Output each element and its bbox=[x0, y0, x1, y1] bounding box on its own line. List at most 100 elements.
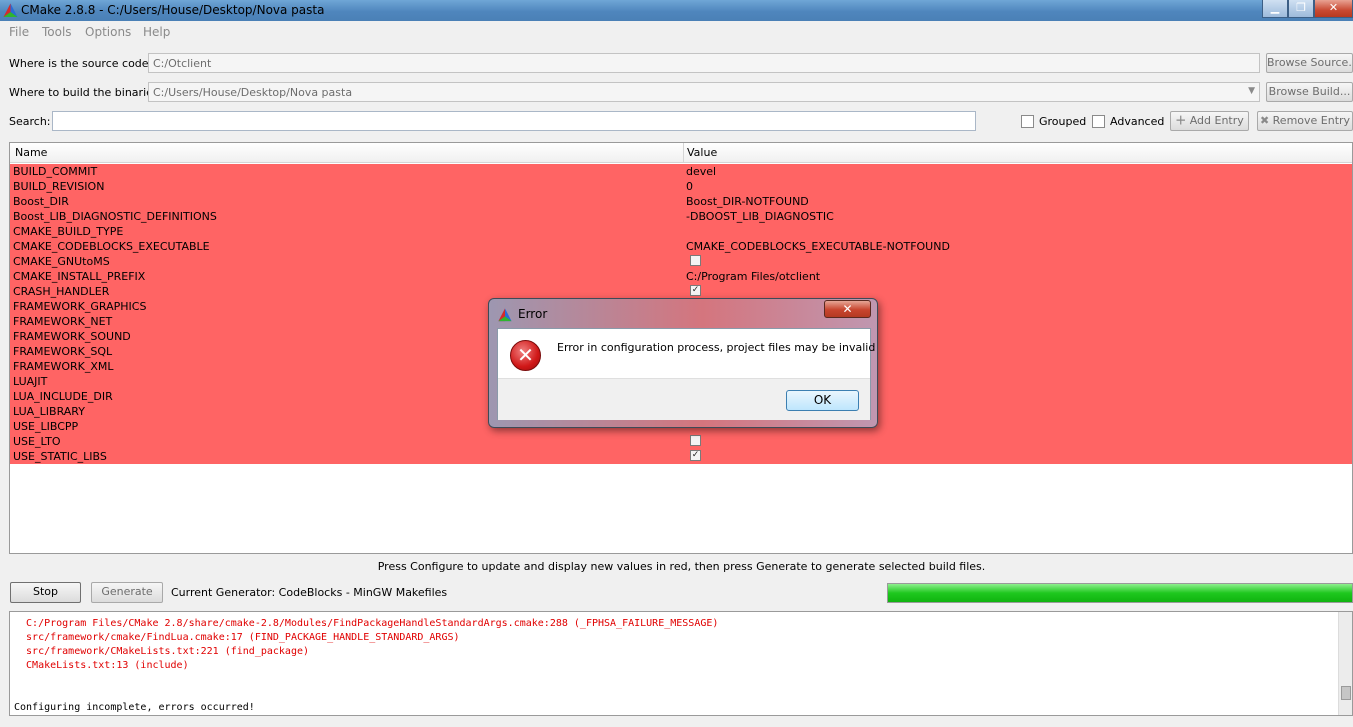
remove-icon: ✖ bbox=[1259, 114, 1270, 127]
dialog-title: Error bbox=[518, 307, 548, 321]
menu-file[interactable]: File bbox=[9, 25, 29, 39]
row-name: BUILD_COMMIT bbox=[13, 165, 98, 178]
column-header-value[interactable]: Value bbox=[687, 146, 717, 159]
generate-button[interactable]: Generate bbox=[91, 582, 163, 603]
row-name: LUAJIT bbox=[13, 375, 48, 388]
row-value[interactable]: -DBOOST_LIB_DIAGNOSTIC bbox=[686, 210, 834, 223]
chevron-down-icon[interactable]: ▼ bbox=[1248, 86, 1255, 96]
progress-bar bbox=[887, 583, 1353, 603]
row-name: CMAKE_INSTALL_PREFIX bbox=[13, 270, 146, 283]
plus-icon: ＋ bbox=[1175, 114, 1187, 127]
table-row[interactable]: CMAKE_BUILD_TYPE bbox=[10, 224, 1352, 239]
row-name: CMAKE_BUILD_TYPE bbox=[13, 225, 124, 238]
dialog-close-button[interactable]: ✕ bbox=[824, 300, 871, 318]
ok-button[interactable]: OK bbox=[786, 390, 859, 411]
source-label: Where is the source code: bbox=[9, 57, 153, 70]
search-input[interactable] bbox=[52, 111, 976, 131]
advanced-label: Advanced bbox=[1110, 115, 1165, 128]
output-log[interactable]: C:/Program Files/CMake 2.8/share/cmake-2… bbox=[9, 611, 1353, 716]
minimize-button[interactable]: ▁ bbox=[1262, 0, 1288, 18]
row-name: CRASH_HANDLER bbox=[13, 285, 110, 298]
table-row[interactable]: BUILD_REVISION 0 bbox=[10, 179, 1352, 194]
grouped-checkbox[interactable] bbox=[1021, 115, 1034, 128]
log-line: C:/Program Files/CMake 2.8/share/cmake-2… bbox=[14, 618, 719, 629]
row-name: USE_STATIC_LIBS bbox=[13, 450, 107, 463]
error-icon: ✕ bbox=[510, 340, 541, 371]
add-entry-button[interactable]: ＋ Add Entry bbox=[1170, 111, 1249, 131]
row-name: LUA_INCLUDE_DIR bbox=[13, 390, 113, 403]
row-value[interactable]: devel bbox=[686, 165, 716, 178]
row-value[interactable]: 0 bbox=[686, 180, 693, 193]
dialog-message: Error in configuration process, project … bbox=[557, 341, 876, 354]
minimize-icon: ▁ bbox=[1270, 1, 1280, 14]
column-header-name[interactable]: Name bbox=[15, 146, 47, 159]
close-icon: ✕ bbox=[842, 302, 853, 316]
cmake-logo-icon bbox=[498, 308, 512, 322]
row-value[interactable]: CMAKE_CODEBLOCKS_EXECUTABLE-NOTFOUND bbox=[686, 240, 950, 253]
log-scrollbar[interactable] bbox=[1338, 612, 1352, 715]
maximize-button[interactable]: ❐ bbox=[1288, 0, 1314, 18]
row-name: FRAMEWORK_GRAPHICS bbox=[13, 300, 147, 313]
row-name: USE_LIBCPP bbox=[13, 420, 79, 433]
grouped-label: Grouped bbox=[1039, 115, 1087, 128]
row-name: FRAMEWORK_XML bbox=[13, 360, 114, 373]
table-row[interactable]: Boost_DIR Boost_DIR-NOTFOUND bbox=[10, 194, 1352, 209]
row-name: FRAMEWORK_NET bbox=[13, 315, 113, 328]
table-header: Name Value bbox=[10, 143, 1352, 163]
advanced-checkbox[interactable] bbox=[1092, 115, 1105, 128]
table-row[interactable]: USE_STATIC_LIBS ✓ bbox=[10, 449, 1352, 464]
row-name: FRAMEWORK_SQL bbox=[13, 345, 113, 358]
error-dialog: Error ✕ ✕ Error in configuration process… bbox=[488, 298, 878, 428]
cmake-logo-icon bbox=[3, 3, 18, 17]
remove-entry-button[interactable]: ✖ Remove Entry bbox=[1257, 111, 1353, 131]
search-label: Search: bbox=[9, 115, 51, 128]
row-name: FRAMEWORK_SOUND bbox=[13, 330, 131, 343]
log-line: Configuring incomplete, errors occurred! bbox=[14, 702, 255, 713]
table-row[interactable]: Boost_LIB_DIAGNOSTIC_DEFINITIONS -DBOOST_… bbox=[10, 209, 1352, 224]
row-name: CMAKE_CODEBLOCKS_EXECUTABLE bbox=[13, 240, 210, 253]
table-row[interactable]: USE_LTO bbox=[10, 434, 1352, 449]
build-path-combo[interactable]: C:/Users/House/Desktop/Nova pasta ▼ bbox=[148, 82, 1260, 102]
title-bar: CMake 2.8.8 - C:/Users/House/Desktop/Nov… bbox=[0, 0, 1353, 21]
source-path-input[interactable]: C:/Otclient bbox=[148, 53, 1260, 73]
table-row[interactable]: CMAKE_INSTALL_PREFIX C:/Program Files/otc… bbox=[10, 269, 1352, 284]
column-divider[interactable] bbox=[683, 143, 684, 163]
table-row[interactable]: CRASH_HANDLER ✓ bbox=[10, 284, 1352, 299]
remove-entry-label: Remove Entry bbox=[1272, 114, 1351, 127]
unchecked-checkbox[interactable] bbox=[690, 435, 701, 446]
current-generator-text: Current Generator: CodeBlocks - MinGW Ma… bbox=[171, 586, 448, 599]
hint-text: Press Configure to update and display ne… bbox=[377, 560, 986, 573]
checked-checkbox[interactable]: ✓ bbox=[690, 450, 701, 461]
dialog-footer: OK bbox=[498, 378, 870, 420]
row-name: Boost_DIR bbox=[13, 195, 69, 208]
row-name: Boost_LIB_DIAGNOSTIC_DEFINITIONS bbox=[13, 210, 217, 223]
progress-fill bbox=[888, 584, 1352, 602]
table-row[interactable]: BUILD_COMMIT devel bbox=[10, 164, 1352, 179]
close-icon: ✕ bbox=[1328, 1, 1339, 14]
checked-checkbox[interactable]: ✓ bbox=[690, 285, 701, 296]
row-name: USE_LTO bbox=[13, 435, 61, 448]
menu-options[interactable]: Options bbox=[85, 25, 131, 39]
stop-button[interactable]: Stop bbox=[10, 582, 81, 603]
table-row[interactable]: CMAKE_CODEBLOCKS_EXECUTABLE CMAKE_CODEBLO… bbox=[10, 239, 1352, 254]
browse-source-button[interactable]: Browse Source... bbox=[1266, 53, 1353, 73]
menu-tools[interactable]: Tools bbox=[42, 25, 72, 39]
window-title: CMake 2.8.8 - C:/Users/House/Desktop/Nov… bbox=[21, 3, 325, 17]
log-line: src/framework/cmake/FindLua.cmake:17 (FI… bbox=[14, 632, 460, 643]
menu-bar: File Tools Options Help bbox=[0, 21, 1353, 42]
browse-build-button[interactable]: Browse Build... bbox=[1266, 82, 1353, 102]
table-row[interactable]: CMAKE_GNUtoMS bbox=[10, 254, 1352, 269]
build-label: Where to build the binaries: bbox=[9, 86, 163, 99]
log-line: CMakeLists.txt:13 (include) bbox=[14, 660, 189, 671]
add-entry-label: Add Entry bbox=[1189, 114, 1244, 127]
close-button[interactable]: ✕ bbox=[1314, 0, 1353, 18]
log-scrollbar-thumb[interactable] bbox=[1341, 686, 1351, 700]
unchecked-checkbox[interactable] bbox=[690, 255, 701, 266]
dialog-body: ✕ Error in configuration process, projec… bbox=[497, 328, 875, 420]
row-value[interactable]: Boost_DIR-NOTFOUND bbox=[686, 195, 809, 208]
build-path-value: C:/Users/House/Desktop/Nova pasta bbox=[153, 86, 353, 99]
row-value[interactable]: C:/Program Files/otclient bbox=[686, 270, 820, 283]
menu-help[interactable]: Help bbox=[143, 25, 170, 39]
row-name: LUA_LIBRARY bbox=[13, 405, 85, 418]
log-line: src/framework/CMakeLists.txt:221 (find_p… bbox=[14, 646, 310, 657]
